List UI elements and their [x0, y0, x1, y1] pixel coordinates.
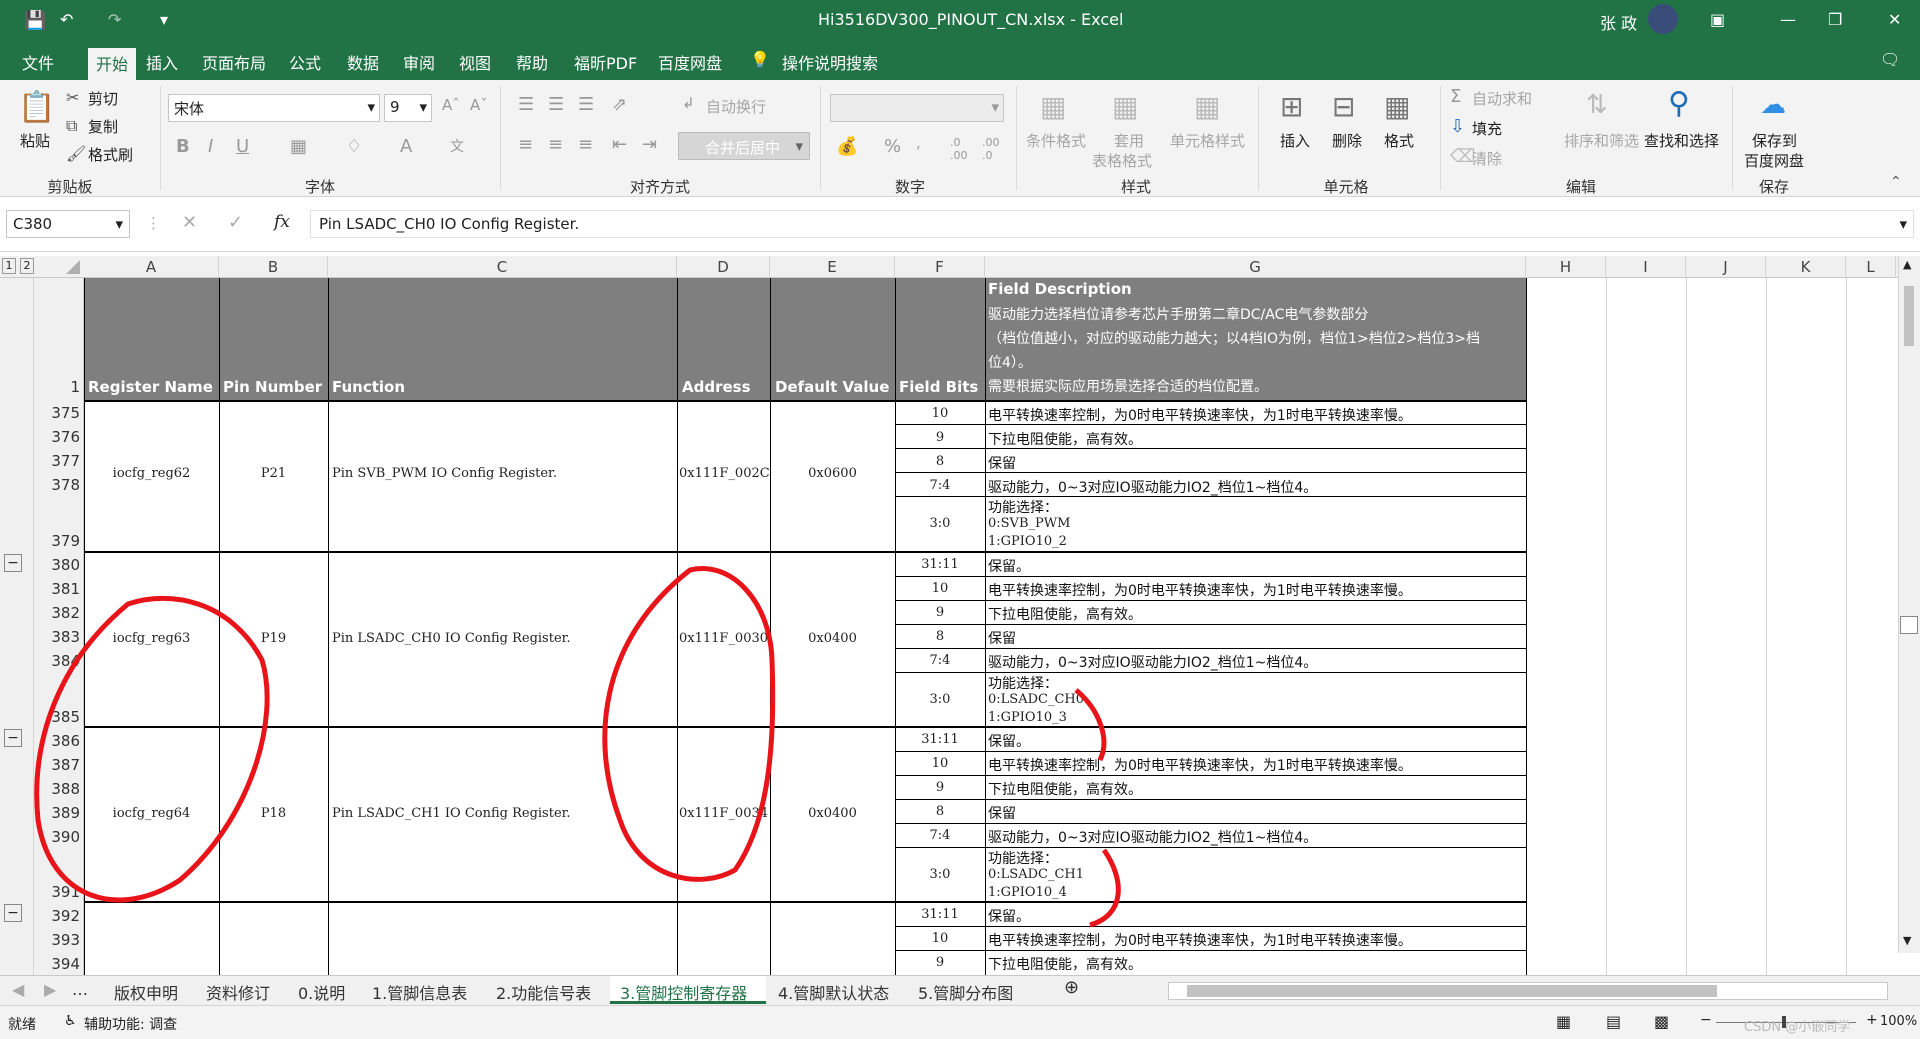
normal-view-icon[interactable]: ▦: [1556, 1012, 1571, 1031]
sheet-tab-bar: ◀ ▶ … 版权申明 资料修订 0.说明 1.管脚信息表 2.功能信号表 3.管…: [0, 975, 1920, 1005]
status-bar: 就绪 ♿ 辅助功能: 调查 ▦ ▤ ▩ − CSDN @小嵌同学 + 100%: [0, 1005, 1920, 1039]
prev-sheet-icon[interactable]: ◀: [12, 980, 24, 999]
sheet-tab-active[interactable]: 3.管脚控制寄存器: [620, 980, 747, 1004]
accessibility-icon[interactable]: ♿: [64, 1013, 77, 1029]
sheet-tab[interactable]: 资料修订: [206, 980, 270, 1004]
zoom-in-icon[interactable]: +: [1866, 1012, 1878, 1028]
sheet-tab[interactable]: 4.管脚默认状态: [778, 980, 889, 1004]
more-sheets-icon[interactable]: …: [72, 980, 88, 999]
next-sheet-icon[interactable]: ▶: [44, 980, 56, 999]
page-break-view-icon[interactable]: ▩: [1654, 1012, 1669, 1031]
sheet-tab[interactable]: 0.说明: [298, 980, 345, 1004]
accessibility-status[interactable]: 辅助功能: 调查: [84, 1014, 177, 1034]
red-mark-annotation-2: [1089, 848, 1121, 928]
sheet-tab[interactable]: 版权申明: [114, 980, 178, 1004]
red-annotation-layer: [34, 566, 1121, 928]
red-circle-annotation-right: [602, 566, 776, 882]
zoom-out-icon[interactable]: −: [1700, 1012, 1712, 1028]
add-sheet-icon[interactable]: ⊕: [1064, 977, 1079, 998]
zoom-level[interactable]: 100%: [1880, 1014, 1917, 1029]
sheet-tab[interactable]: 5.管脚分布图: [918, 980, 1013, 1004]
status-ready: 就绪: [8, 1017, 36, 1033]
page-layout-view-icon[interactable]: ▤: [1606, 1012, 1621, 1031]
scrollbar-thumb[interactable]: [1187, 985, 1717, 997]
red-circle-annotation-left: [34, 595, 270, 903]
red-mark-annotation-1: [1074, 688, 1107, 762]
watermark: CSDN @小嵌同学: [1744, 1020, 1851, 1035]
sheet-tab[interactable]: 1.管脚信息表: [372, 980, 467, 1004]
horizontal-scrollbar[interactable]: [1168, 982, 1888, 1000]
sheet-tab[interactable]: 2.功能信号表: [496, 980, 591, 1004]
